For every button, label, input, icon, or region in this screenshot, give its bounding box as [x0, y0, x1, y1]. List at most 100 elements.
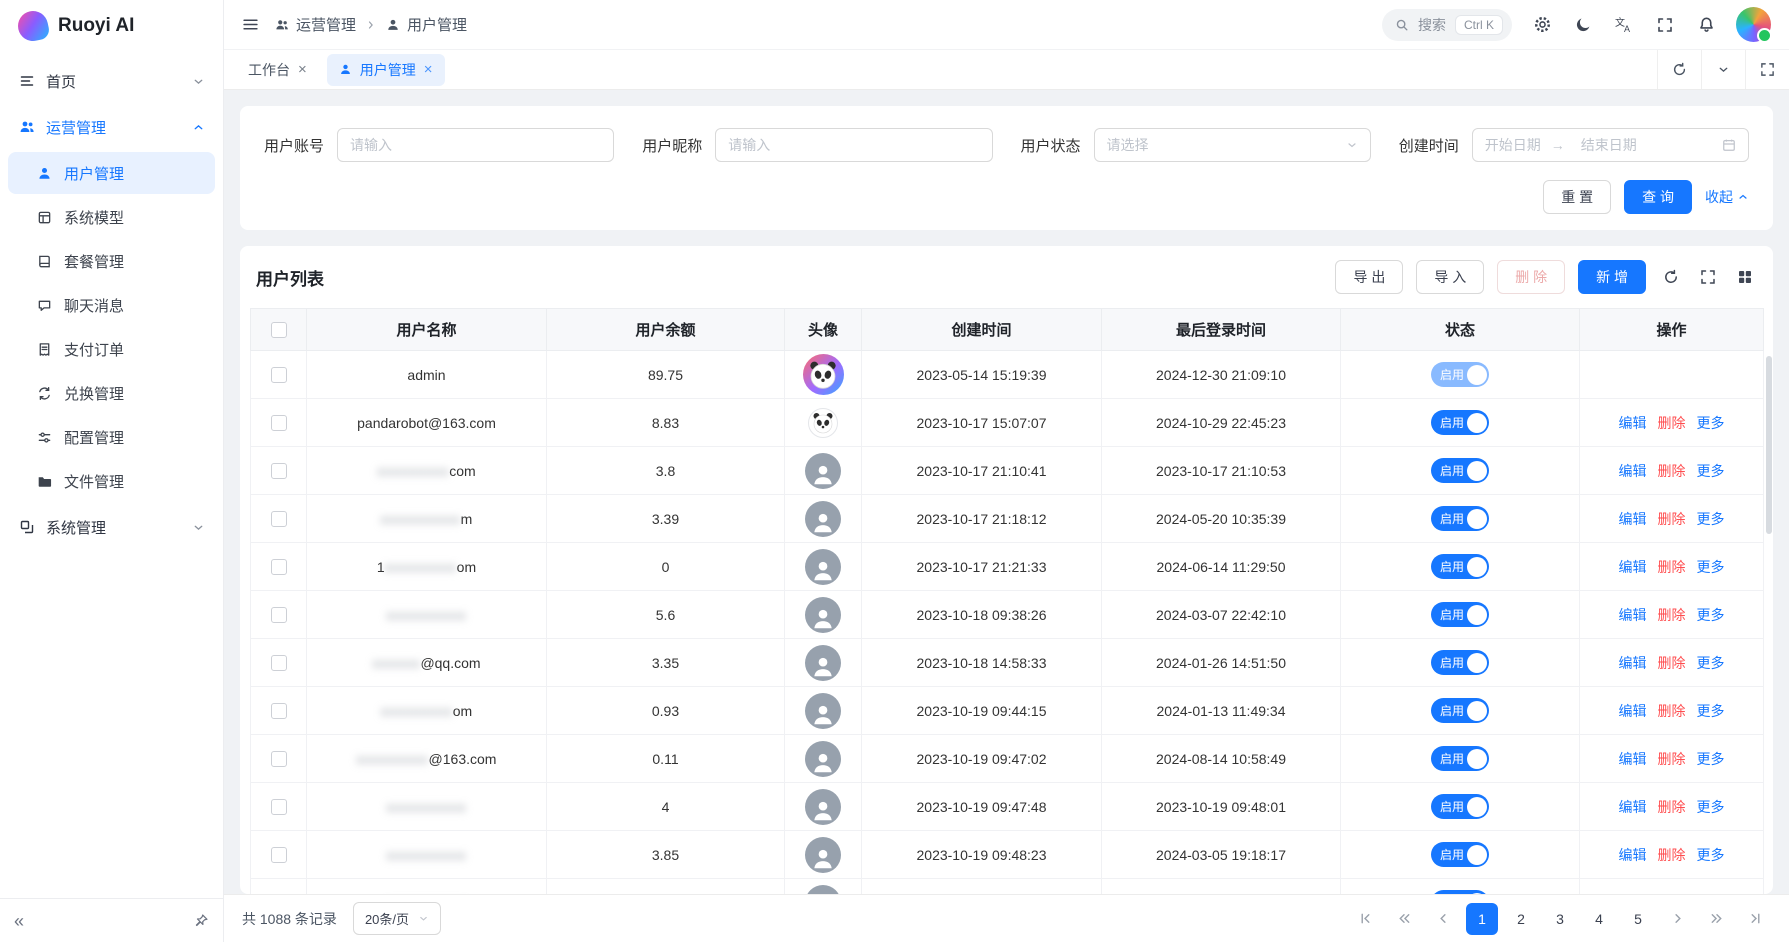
delete-link[interactable]: 删除: [1658, 893, 1686, 895]
row-checkbox[interactable]: [271, 463, 287, 479]
sidebar-item-home[interactable]: 首页: [0, 58, 223, 104]
account-input[interactable]: [350, 137, 601, 153]
sidebar-subitem-file-management[interactable]: 文件管理: [8, 460, 215, 502]
edit-link[interactable]: 编辑: [1619, 557, 1647, 577]
dark-mode-moon-icon[interactable]: [1572, 14, 1594, 36]
translate-icon[interactable]: 文A: [1613, 14, 1635, 36]
close-icon[interactable]: ×: [424, 62, 433, 77]
table-scrollbar[interactable]: [1766, 356, 1772, 534]
menu-toggle-icon[interactable]: [242, 16, 259, 33]
more-link[interactable]: 更多: [1697, 413, 1725, 433]
status-toggle[interactable]: 启用: [1431, 458, 1489, 483]
page-size-select[interactable]: 20条/页: [353, 902, 441, 935]
jump-prev-button[interactable]: [1388, 903, 1420, 935]
table-fullscreen-icon[interactable]: [1696, 269, 1720, 285]
more-link[interactable]: 更多: [1697, 653, 1725, 673]
column-settings-grid-icon[interactable]: [1733, 269, 1757, 285]
status-select[interactable]: 请选择: [1094, 128, 1371, 162]
status-toggle[interactable]: 启用: [1431, 362, 1489, 387]
sidebar-subitem-exchange-management[interactable]: 兑换管理: [8, 372, 215, 414]
row-checkbox[interactable]: [271, 415, 287, 431]
edit-link[interactable]: 编辑: [1619, 413, 1647, 433]
delete-link[interactable]: 删除: [1658, 797, 1686, 817]
export-button[interactable]: 导 出: [1335, 260, 1403, 294]
sidebar-subitem-payment-orders[interactable]: 支付订单: [8, 328, 215, 370]
more-link[interactable]: 更多: [1697, 701, 1725, 721]
chevron-down-icon[interactable]: [1701, 50, 1745, 89]
more-link[interactable]: 更多: [1697, 557, 1725, 577]
row-checkbox[interactable]: [271, 655, 287, 671]
refresh-icon[interactable]: [1657, 50, 1701, 89]
reset-button[interactable]: 重 置: [1543, 180, 1611, 214]
app-logo[interactable]: Ruoyi AI: [0, 0, 223, 52]
date-range-picker[interactable]: 开始日期 → 结束日期: [1472, 128, 1749, 162]
status-toggle[interactable]: 启用: [1431, 602, 1489, 627]
row-checkbox[interactable]: [271, 559, 287, 575]
status-toggle[interactable]: 启用: [1431, 410, 1489, 435]
status-toggle[interactable]: 启用: [1431, 842, 1489, 867]
import-button[interactable]: 导 入: [1416, 260, 1484, 294]
more-link[interactable]: 更多: [1697, 845, 1725, 865]
next-page-button[interactable]: [1661, 903, 1693, 935]
status-toggle[interactable]: 启用: [1431, 506, 1489, 531]
sidebar-subitem-system-model[interactable]: 系统模型: [8, 196, 215, 238]
row-checkbox[interactable]: [271, 607, 287, 623]
delete-button[interactable]: 删 除: [1497, 260, 1565, 294]
delete-link[interactable]: 删除: [1658, 509, 1686, 529]
delete-link[interactable]: 删除: [1658, 557, 1686, 577]
tab-workbench[interactable]: 工作台 ×: [236, 54, 319, 86]
more-link[interactable]: 更多: [1697, 605, 1725, 625]
row-checkbox[interactable]: [271, 703, 287, 719]
breadcrumb-user-management[interactable]: 用户管理: [386, 14, 467, 35]
status-toggle[interactable]: 启用: [1431, 794, 1489, 819]
sidebar-subitem-config-management[interactable]: 配置管理: [8, 416, 215, 458]
sidebar-subitem-package-management[interactable]: 套餐管理: [8, 240, 215, 282]
prev-page-button[interactable]: [1427, 903, 1459, 935]
settings-gear-icon[interactable]: [1531, 14, 1553, 36]
delete-link[interactable]: 删除: [1658, 605, 1686, 625]
pin-icon[interactable]: [194, 913, 209, 928]
more-link[interactable]: 更多: [1697, 461, 1725, 481]
page-button-3[interactable]: 3: [1544, 903, 1576, 935]
refresh-icon[interactable]: [1659, 269, 1683, 285]
select-all-checkbox[interactable]: [271, 322, 287, 338]
sidebar-subitem-chat-messages[interactable]: 聊天消息: [8, 284, 215, 326]
content-fullscreen-icon[interactable]: [1745, 50, 1789, 89]
delete-link[interactable]: 删除: [1658, 413, 1686, 433]
sidebar-collapse-button[interactable]: «: [14, 912, 24, 930]
fullscreen-icon[interactable]: [1654, 14, 1676, 36]
add-button[interactable]: 新 增: [1578, 260, 1646, 294]
page-button-5[interactable]: 5: [1622, 903, 1654, 935]
edit-link[interactable]: 编辑: [1619, 845, 1647, 865]
edit-link[interactable]: 编辑: [1619, 749, 1647, 769]
row-checkbox[interactable]: [271, 511, 287, 527]
page-button-4[interactable]: 4: [1583, 903, 1615, 935]
more-link[interactable]: 更多: [1697, 893, 1725, 895]
close-icon[interactable]: ×: [298, 62, 307, 77]
delete-link[interactable]: 删除: [1658, 461, 1686, 481]
user-avatar[interactable]: [1736, 7, 1771, 42]
sidebar-item-operations[interactable]: 运营管理: [0, 104, 223, 150]
last-page-button[interactable]: [1739, 903, 1771, 935]
row-checkbox[interactable]: [271, 751, 287, 767]
row-checkbox[interactable]: [271, 367, 287, 383]
delete-link[interactable]: 删除: [1658, 845, 1686, 865]
page-button-2[interactable]: 2: [1505, 903, 1537, 935]
sidebar-item-system-management[interactable]: 系统管理: [0, 504, 223, 550]
more-link[interactable]: 更多: [1697, 797, 1725, 817]
collapse-filters-link[interactable]: 收起: [1705, 187, 1749, 207]
edit-link[interactable]: 编辑: [1619, 509, 1647, 529]
delete-link[interactable]: 删除: [1658, 749, 1686, 769]
jump-next-button[interactable]: [1700, 903, 1732, 935]
row-checkbox[interactable]: [271, 799, 287, 815]
status-toggle[interactable]: 启用: [1431, 554, 1489, 579]
nickname-input[interactable]: [728, 137, 979, 153]
sidebar-subitem-user-management[interactable]: 用户管理: [8, 152, 215, 194]
more-link[interactable]: 更多: [1697, 749, 1725, 769]
more-link[interactable]: 更多: [1697, 509, 1725, 529]
edit-link[interactable]: 编辑: [1619, 701, 1647, 721]
status-toggle[interactable]: 启用: [1431, 746, 1489, 771]
edit-link[interactable]: 编辑: [1619, 461, 1647, 481]
status-toggle[interactable]: 启用: [1431, 890, 1489, 894]
delete-link[interactable]: 删除: [1658, 653, 1686, 673]
